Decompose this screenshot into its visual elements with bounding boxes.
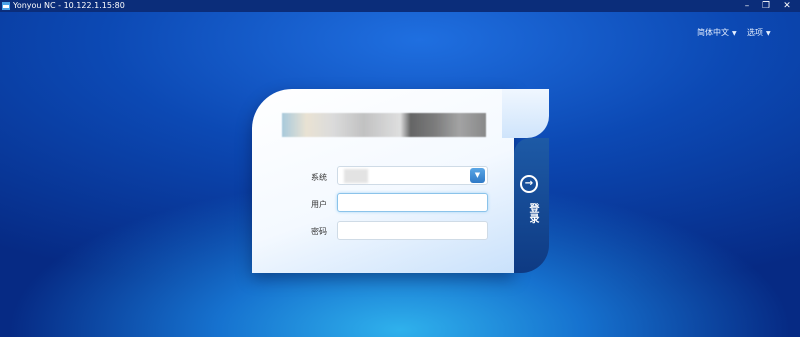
username-field[interactable] [337,193,488,212]
language-menu[interactable]: 简体中文 ▼ [697,27,737,38]
title-bar: Yonyou NC - 10.122.1.15:80 – ❐ ✕ [0,0,800,12]
chevron-down-icon: ▼ [732,30,737,37]
login-label: 登录 [527,203,538,223]
password-field[interactable] [337,221,488,240]
card-corner [502,89,549,138]
app-icon [2,2,10,10]
system-select[interactable]: ▼ [337,166,488,185]
window-title: Yonyou NC - 10.122.1.15:80 [13,1,125,10]
chevron-down-icon[interactable]: ▼ [470,168,485,183]
close-button[interactable]: ✕ [778,0,796,12]
maximize-button[interactable]: ❐ [757,0,775,12]
system-value [344,169,368,183]
minimize-button[interactable]: – [738,0,756,12]
login-arrow-icon[interactable]: → [520,175,538,193]
chevron-down-icon: ▼ [766,30,771,37]
password-label: 密码 [311,227,327,236]
language-label: 简体中文 [697,28,729,37]
system-label: 系统 [311,173,327,182]
user-label: 用户 [311,200,327,209]
company-logo [282,113,486,137]
options-menu[interactable]: 选项 ▼ [747,27,771,38]
options-label: 选项 [747,28,763,37]
